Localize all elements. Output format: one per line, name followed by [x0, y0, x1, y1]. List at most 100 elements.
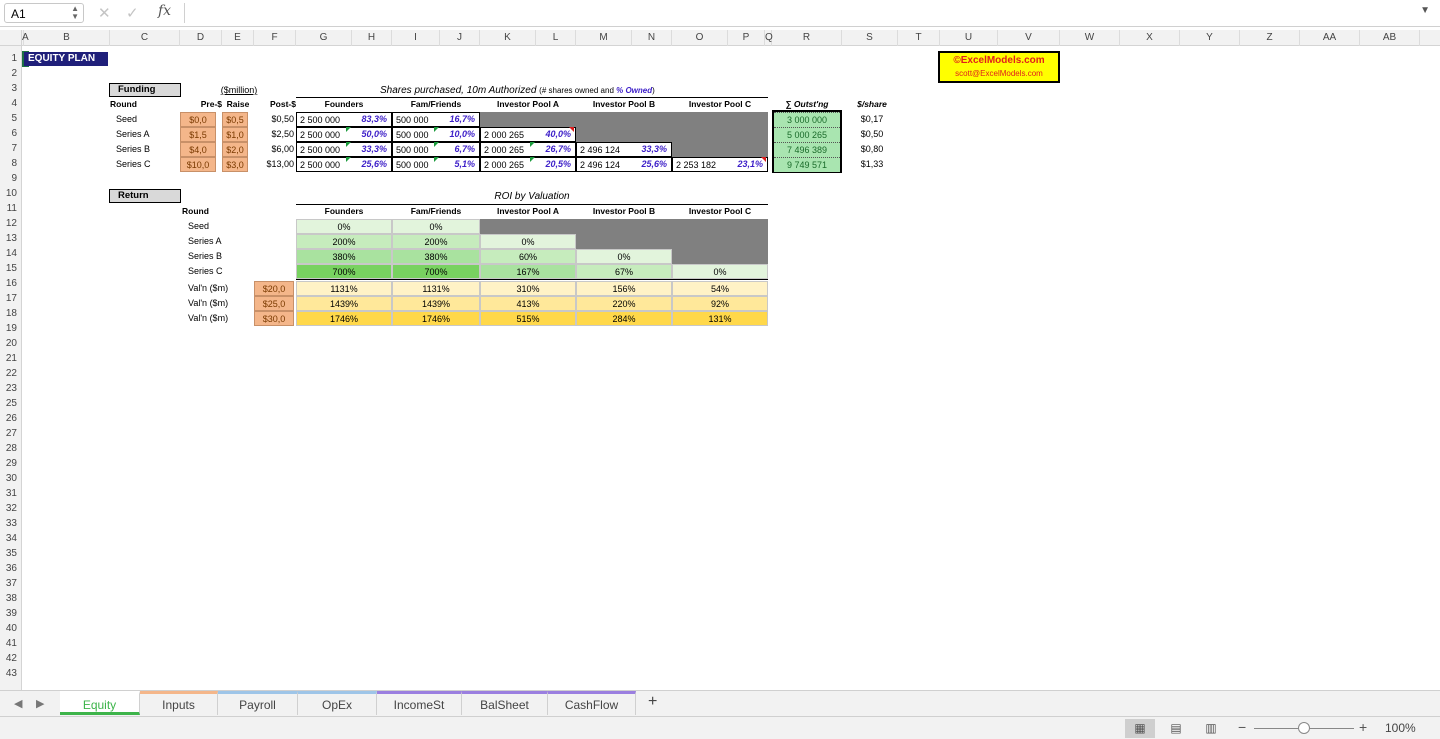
zoom-slider-thumb[interactable]: [1298, 722, 1310, 734]
normal-view-icon[interactable]: ▦: [1125, 719, 1155, 738]
column-header-s[interactable]: S: [842, 30, 898, 46]
column-header-q[interactable]: Q: [765, 30, 773, 46]
valuation-roi-pool_c[interactable]: 54%: [672, 281, 768, 296]
pre-money-input[interactable]: $0,0: [180, 112, 216, 127]
fam-owned-pct[interactable]: 6,7%: [434, 142, 478, 157]
valuation-input[interactable]: $30,0: [254, 311, 294, 326]
row-header-17[interactable]: 17: [0, 291, 21, 306]
row-header-11[interactable]: 11: [0, 201, 21, 216]
row-header-43[interactable]: 43: [0, 666, 21, 681]
row-header-33[interactable]: 33: [0, 516, 21, 531]
post-money-value[interactable]: $0,50: [254, 112, 294, 127]
roi-fam[interactable]: 200%: [392, 234, 480, 249]
name-box-stepper-icon[interactable]: ▲ ▼: [71, 5, 79, 21]
valuation-roi-pool_a[interactable]: 310%: [480, 281, 576, 296]
funding-header-post[interactable]: Post-$: [254, 97, 296, 112]
roi-fam[interactable]: 380%: [392, 249, 480, 264]
roi-pool_a[interactable]: 167%: [480, 264, 576, 279]
outstanding-shares[interactable]: 3 000 000: [774, 112, 840, 127]
valuation-label[interactable]: Val'n ($m): [188, 281, 252, 296]
column-header-n[interactable]: N: [632, 30, 672, 46]
row-header-20[interactable]: 20: [0, 336, 21, 351]
valuation-roi-pool_b[interactable]: 156%: [576, 281, 672, 296]
column-header-w[interactable]: W: [1060, 30, 1120, 46]
row-header-35[interactable]: 35: [0, 546, 21, 561]
roi-header-pool_b[interactable]: Investor Pool B: [576, 204, 672, 219]
row-header-32[interactable]: 32: [0, 501, 21, 516]
raise-input[interactable]: $3,0: [222, 157, 248, 172]
zoom-out-icon[interactable]: −: [1238, 719, 1246, 735]
roi-header-founders[interactable]: Founders: [296, 204, 392, 219]
roi-fam[interactable]: 0%: [392, 219, 480, 234]
roi-pool_a[interactable]: 60%: [480, 249, 576, 264]
founders-owned-pct[interactable]: 50,0%: [346, 127, 390, 142]
roi-pool_a[interactable]: 0%: [480, 234, 576, 249]
valuation-roi-pool_b[interactable]: 220%: [576, 296, 672, 311]
row-header-15[interactable]: 15: [0, 261, 21, 276]
confirm-icon[interactable]: ✓: [126, 4, 139, 22]
pre-money-input[interactable]: $4,0: [180, 142, 216, 157]
roi-pool_b[interactable]: 67%: [576, 264, 672, 279]
row-header-19[interactable]: 19: [0, 321, 21, 336]
outstanding-shares[interactable]: 7 496 389: [774, 142, 840, 157]
raise-input[interactable]: $0,5: [222, 112, 248, 127]
sheet-tab-incomest[interactable]: IncomeSt: [377, 691, 462, 715]
row-header-3[interactable]: 3: [0, 81, 21, 96]
roi-title[interactable]: ROI by Valuation: [296, 189, 768, 204]
fam-owned-pct[interactable]: 5,1%: [434, 157, 478, 172]
funding-header-per_share[interactable]: $/share: [844, 97, 900, 112]
row-header-5[interactable]: 5: [0, 111, 21, 126]
funding-label[interactable]: Funding: [109, 83, 181, 97]
sheet-tab-inputs[interactable]: Inputs: [140, 691, 218, 715]
pool_b-owned-pct[interactable]: 25,6%: [626, 157, 670, 172]
valuation-input[interactable]: $25,0: [254, 296, 294, 311]
valuation-roi-pool_a[interactable]: 413%: [480, 296, 576, 311]
next-sheet-icon[interactable]: ▶: [36, 697, 44, 710]
row-header-12[interactable]: 12: [0, 216, 21, 231]
row-header-29[interactable]: 29: [0, 456, 21, 471]
row-header-1[interactable]: 1: [0, 51, 21, 66]
valuation-roi-pool_c[interactable]: 131%: [672, 311, 768, 326]
founders-owned-pct[interactable]: 83,3%: [346, 112, 390, 127]
row-header-25[interactable]: 25: [0, 396, 21, 411]
price-per-share[interactable]: $0,80: [844, 142, 900, 157]
column-header-g[interactable]: G: [296, 30, 352, 46]
row-header-37[interactable]: 37: [0, 576, 21, 591]
sheet-tab-balsheet[interactable]: BalSheet: [462, 691, 548, 715]
column-header-u[interactable]: U: [940, 30, 998, 46]
founders-owned-pct[interactable]: 33,3%: [346, 142, 390, 157]
valuation-roi-fam[interactable]: 1131%: [392, 281, 480, 296]
row-header-39[interactable]: 39: [0, 606, 21, 621]
row-header-36[interactable]: 36: [0, 561, 21, 576]
valuation-label[interactable]: Val'n ($m): [188, 311, 252, 326]
row-header-42[interactable]: 42: [0, 651, 21, 666]
row-header-23[interactable]: 23: [0, 381, 21, 396]
roi-founders[interactable]: 700%: [296, 264, 392, 279]
row-header-31[interactable]: 31: [0, 486, 21, 501]
founders-owned-pct[interactable]: 25,6%: [346, 157, 390, 172]
column-header-t[interactable]: T: [898, 30, 940, 46]
roi-round-label[interactable]: Series B: [188, 249, 248, 264]
row-header-4[interactable]: 4: [0, 96, 21, 111]
raise-input[interactable]: $2,0: [222, 142, 248, 157]
round-label[interactable]: Series A: [116, 127, 176, 142]
return-label[interactable]: Return: [109, 189, 181, 203]
column-header-x[interactable]: X: [1120, 30, 1180, 46]
row-header-21[interactable]: 21: [0, 351, 21, 366]
roi-header-pool_c[interactable]: Investor Pool C: [672, 204, 768, 219]
pool_a-owned-pct[interactable]: 26,7%: [530, 142, 574, 157]
pool_a-owned-pct[interactable]: 20,5%: [530, 157, 574, 172]
post-money-value[interactable]: $2,50: [254, 127, 294, 142]
sheet-tab-payroll[interactable]: Payroll: [218, 691, 298, 715]
roi-header-pool_a[interactable]: Investor Pool A: [480, 204, 576, 219]
row-header-41[interactable]: 41: [0, 636, 21, 651]
sheet-grid[interactable]: EQUITY PLAN ©ExcelModels.com scott@Excel…: [22, 46, 1440, 690]
prev-sheet-icon[interactable]: ◀: [14, 697, 22, 710]
column-header-ab[interactable]: AB: [1360, 30, 1420, 46]
roi-founders[interactable]: 200%: [296, 234, 392, 249]
roi-header-fam[interactable]: Fam/Friends: [392, 204, 480, 219]
round-label[interactable]: Series C: [116, 157, 176, 172]
row-header-22[interactable]: 22: [0, 366, 21, 381]
funding-header-founders[interactable]: Founders: [296, 97, 392, 112]
pool_b-owned-pct[interactable]: 33,3%: [626, 142, 670, 157]
